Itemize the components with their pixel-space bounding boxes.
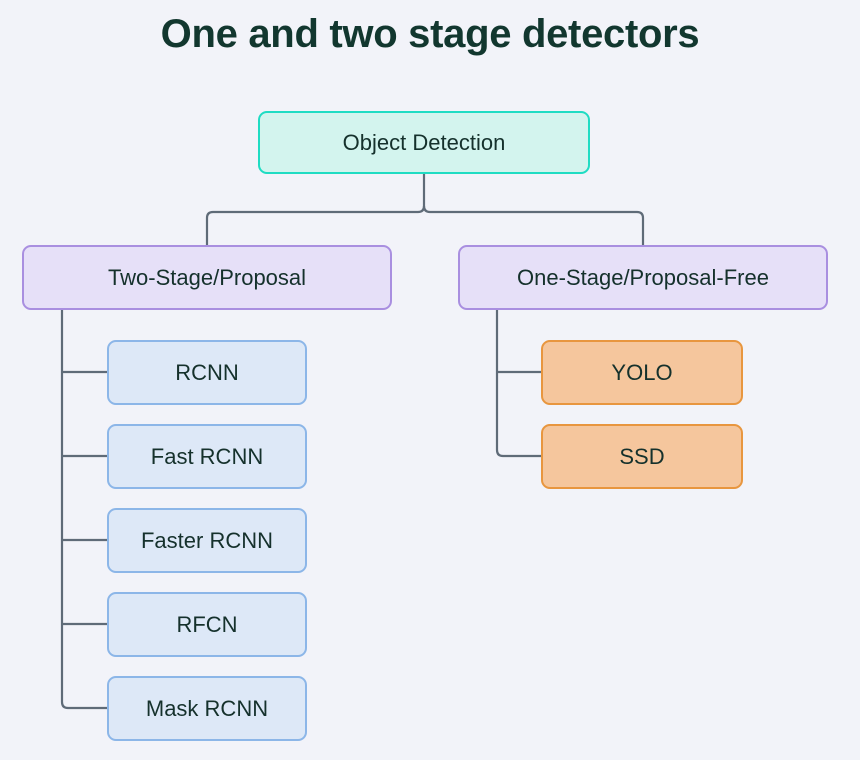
node-faster-rcnn-label: Faster RCNN xyxy=(140,527,273,553)
node-one-stage-proposal-free-label: One-Stage/Proposal-Free xyxy=(517,264,769,290)
node-two-stage-proposal[interactable]: Two-Stage/Proposal xyxy=(22,245,392,310)
node-two-stage-proposal-label: Two-Stage/Proposal xyxy=(107,264,307,290)
node-ssd-label: SSD xyxy=(619,443,665,469)
node-object-detection[interactable]: Object Detection xyxy=(258,111,590,174)
edge-root-to-one-stage xyxy=(422,205,645,245)
node-rcnn[interactable]: RCNN xyxy=(107,340,307,405)
node-one-stage-proposal-free[interactable]: One-Stage/Proposal-Free xyxy=(458,245,828,310)
node-yolo[interactable]: YOLO xyxy=(541,340,743,405)
node-yolo-label: YOLO xyxy=(611,359,673,385)
node-ssd[interactable]: SSD xyxy=(541,424,743,489)
node-mask-rcnn-label: Mask RCNN xyxy=(145,695,269,721)
node-fast-rcnn-label: Fast RCNN xyxy=(150,443,264,469)
node-rcnn-label: RCNN xyxy=(175,359,239,385)
diagram-canvas: One and two stage detectors Object Detec… xyxy=(0,0,860,760)
node-faster-rcnn[interactable]: Faster RCNN xyxy=(107,508,307,573)
page-title: One and two stage detectors xyxy=(160,12,700,56)
edge-one-stage-trunk xyxy=(495,310,541,458)
node-rfcn-label: RFCN xyxy=(176,611,238,637)
node-object-detection-label: Object Detection xyxy=(342,129,506,155)
node-rfcn[interactable]: RFCN xyxy=(107,592,307,657)
edge-two-stage-trunk xyxy=(60,310,107,710)
edge-root-to-two-stage xyxy=(205,205,426,245)
node-fast-rcnn[interactable]: Fast RCNN xyxy=(107,424,307,489)
node-mask-rcnn[interactable]: Mask RCNN xyxy=(107,676,307,741)
